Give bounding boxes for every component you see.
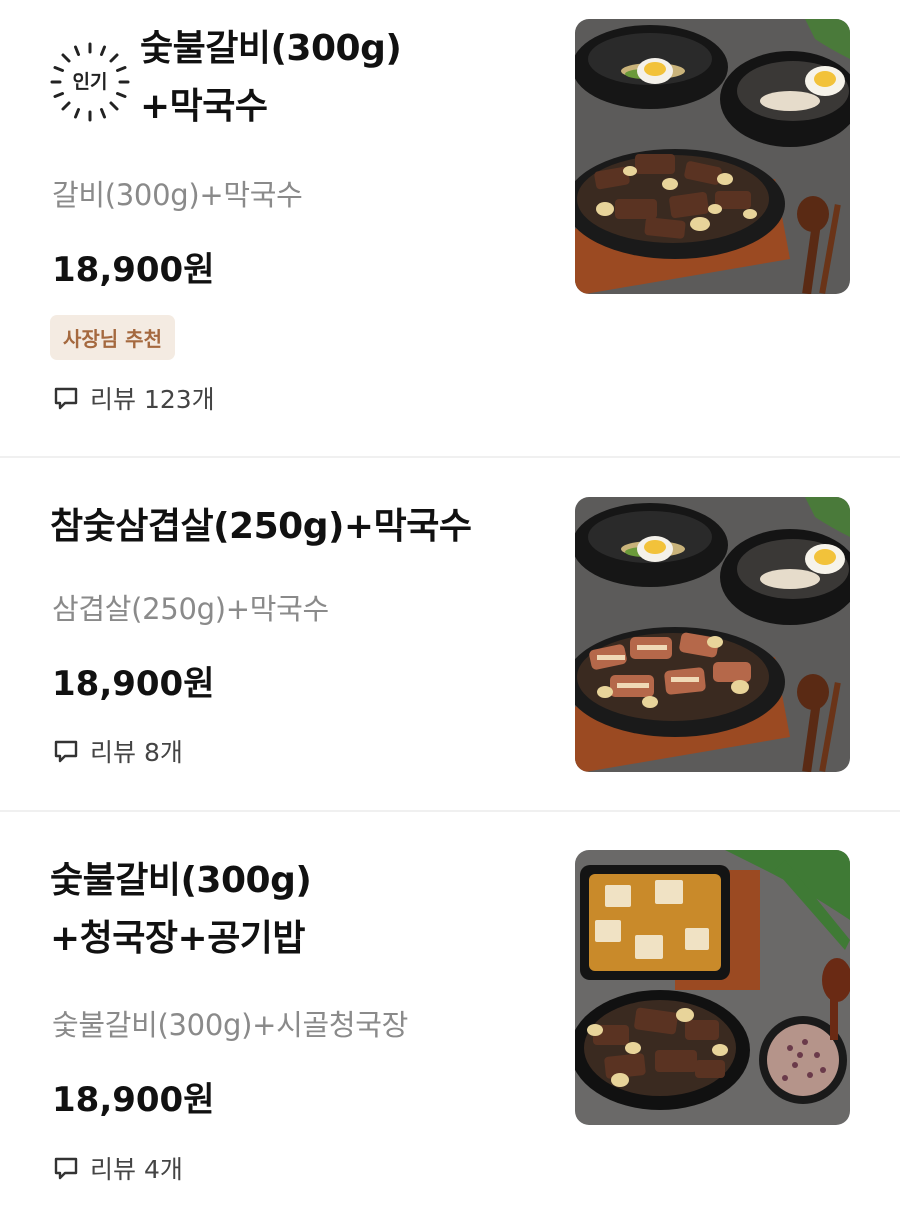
menu-price: 18,900원	[52, 664, 215, 704]
menu-price: 18,900원	[52, 1080, 215, 1120]
menu-title-line-1: 숯불갈비(300g)	[140, 28, 402, 69]
menu-image[interactable]	[575, 497, 850, 772]
menu-title-line-2: +막국수	[140, 86, 268, 127]
popular-badge-label: 인기	[72, 71, 108, 93]
menu-item-1[interactable]: 인기 숯불갈비(300g) +막국수 갈비(300g)+막국수 18,900원 …	[0, 0, 900, 456]
popular-badge: 인기	[48, 40, 132, 124]
review-count[interactable]: 리뷰 123개	[52, 380, 215, 416]
comment-icon	[54, 740, 78, 763]
review-count-label: 리뷰 123개	[90, 385, 215, 414]
review-count[interactable]: 리뷰 8개	[52, 733, 183, 769]
review-count-label: 리뷰 8개	[90, 738, 183, 767]
review-count[interactable]: 리뷰 4개	[52, 1150, 183, 1186]
menu-title: 숯불갈비(300g) +청국장+공기밥	[50, 852, 312, 968]
menu-image[interactable]	[575, 850, 850, 1125]
menu-description: 갈비(300g)+막국수	[52, 178, 303, 212]
menu-title-line-1: 참숯삼겹살(250g)+막국수	[50, 506, 472, 547]
menu-item-3[interactable]: 숯불갈비(300g) +청국장+공기밥 숯불갈비(300g)+시골청국장 18,…	[0, 812, 900, 1224]
comment-icon	[54, 387, 78, 410]
galbi-makguksu-photo	[575, 19, 850, 294]
menu-description: 숯불갈비(300g)+시골청국장	[52, 1008, 409, 1042]
menu-description: 삼겹살(250g)+막국수	[52, 592, 329, 626]
owner-recommend-tag: 사장님 추천	[50, 315, 175, 360]
menu-title: 참숯삼겹살(250g)+막국수	[50, 498, 472, 556]
galbi-cheonggukjang-photo	[575, 850, 850, 1125]
samgyeopsal-makguksu-photo	[575, 497, 850, 772]
menu-title-line-1: 숯불갈비(300g)	[50, 860, 312, 901]
menu-title-line-2: +청국장+공기밥	[50, 918, 306, 959]
menu-item-2[interactable]: 참숯삼겹살(250g)+막국수 삼겹살(250g)+막국수 18,900원 리뷰…	[0, 458, 900, 810]
menu-title: 숯불갈비(300g) +막국수	[140, 20, 402, 136]
review-count-label: 리뷰 4개	[90, 1155, 183, 1184]
menu-image[interactable]	[575, 19, 850, 294]
menu-price: 18,900원	[52, 250, 215, 290]
comment-icon	[54, 1157, 78, 1180]
